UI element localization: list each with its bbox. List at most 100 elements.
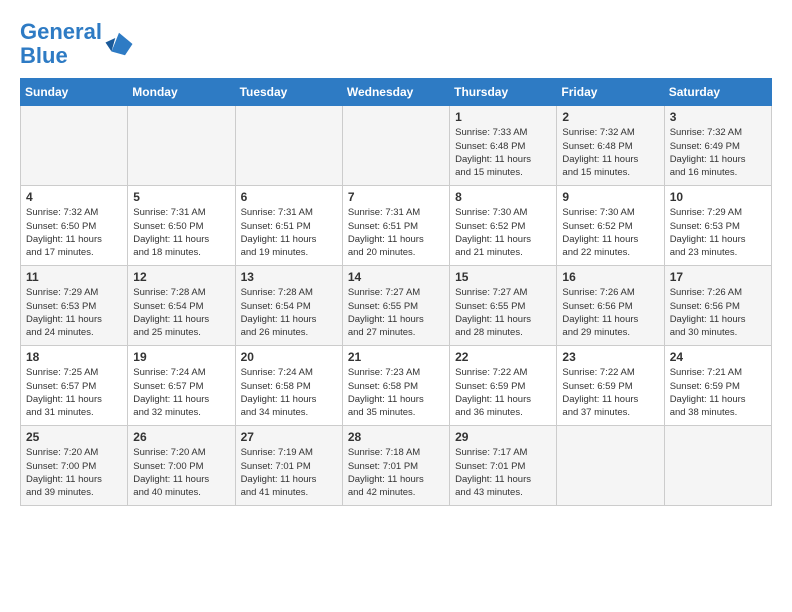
day-number: 11 <box>26 270 122 284</box>
calendar-cell <box>664 426 771 506</box>
day-number: 2 <box>562 110 658 124</box>
week-row-3: 11Sunrise: 7:29 AMSunset: 6:53 PMDayligh… <box>21 266 772 346</box>
day-number: 12 <box>133 270 229 284</box>
calendar-cell <box>21 106 128 186</box>
calendar-cell: 20 Sunrise: 7:24 AMSunset: 6:58 PMDayligh… <box>235 346 342 426</box>
logo-general: General <box>20 19 102 44</box>
calendar-cell: 17Sunrise: 7:26 AMSunset: 6:56 PMDayligh… <box>664 266 771 346</box>
weekday-header-saturday: Saturday <box>664 79 771 106</box>
day-info: Sunrise: 7:24 AMSunset: 6:58 PMDaylight:… <box>241 366 337 419</box>
calendar-cell: 12 Sunrise: 7:28 AMSunset: 6:54 PMDayligh… <box>128 266 235 346</box>
week-row-1: 1 Sunrise: 7:33 AMSunset: 6:48 PMDaylight… <box>21 106 772 186</box>
weekday-header-wednesday: Wednesday <box>342 79 449 106</box>
day-number: 19 <box>133 350 229 364</box>
day-number: 8 <box>455 190 551 204</box>
logo-text: General Blue <box>20 20 102 68</box>
day-info: Sunrise: 7:19 AMSunset: 7:01 PMDaylight:… <box>241 446 337 499</box>
calendar-cell: 24 Sunrise: 7:21 AMSunset: 6:59 PMDayligh… <box>664 346 771 426</box>
day-info: Sunrise: 7:32 AMSunset: 6:49 PMDaylight:… <box>670 126 766 179</box>
calendar-cell: 5 Sunrise: 7:31 AMSunset: 6:50 PMDaylight… <box>128 186 235 266</box>
weekday-header-sunday: Sunday <box>21 79 128 106</box>
day-info: Sunrise: 7:20 AMSunset: 7:00 PMDaylight:… <box>133 446 229 499</box>
day-number: 6 <box>241 190 337 204</box>
weekday-header-thursday: Thursday <box>450 79 557 106</box>
day-info: Sunrise: 7:22 AMSunset: 6:59 PMDaylight:… <box>455 366 551 419</box>
day-info: Sunrise: 7:32 AMSunset: 6:50 PMDaylight:… <box>26 206 122 259</box>
calendar-cell: 2Sunrise: 7:32 AMSunset: 6:48 PMDaylight… <box>557 106 664 186</box>
day-number: 13 <box>241 270 337 284</box>
calendar-cell: 14 Sunrise: 7:27 AMSunset: 6:55 PMDayligh… <box>342 266 449 346</box>
day-number: 23 <box>562 350 658 364</box>
calendar-cell: 1 Sunrise: 7:33 AMSunset: 6:48 PMDaylight… <box>450 106 557 186</box>
calendar-cell: 16 Sunrise: 7:26 AMSunset: 6:56 PMDayligh… <box>557 266 664 346</box>
day-number: 7 <box>348 190 444 204</box>
logo: General Blue <box>20 20 134 68</box>
day-info: Sunrise: 7:28 AMSunset: 6:54 PMDaylight:… <box>241 286 337 339</box>
day-number: 3 <box>670 110 766 124</box>
calendar-cell: 9 Sunrise: 7:30 AMSunset: 6:52 PMDaylight… <box>557 186 664 266</box>
day-info: Sunrise: 7:27 AMSunset: 6:55 PMDaylight:… <box>455 286 551 339</box>
calendar-cell: 27 Sunrise: 7:19 AMSunset: 7:01 PMDayligh… <box>235 426 342 506</box>
calendar-cell: 15 Sunrise: 7:27 AMSunset: 6:55 PMDayligh… <box>450 266 557 346</box>
weekday-header-row: SundayMondayTuesdayWednesdayThursdayFrid… <box>21 79 772 106</box>
day-info: Sunrise: 7:17 AMSunset: 7:01 PMDaylight:… <box>455 446 551 499</box>
day-info: Sunrise: 7:20 AMSunset: 7:00 PMDaylight:… <box>26 446 122 499</box>
day-info: Sunrise: 7:33 AMSunset: 6:48 PMDaylight:… <box>455 126 551 179</box>
day-number: 9 <box>562 190 658 204</box>
day-number: 18 <box>26 350 122 364</box>
logo-icon <box>104 29 134 59</box>
weekday-header-monday: Monday <box>128 79 235 106</box>
week-row-5: 25 Sunrise: 7:20 AMSunset: 7:00 PMDayligh… <box>21 426 772 506</box>
day-info: Sunrise: 7:28 AMSunset: 6:54 PMDaylight:… <box>133 286 229 339</box>
weekday-header-friday: Friday <box>557 79 664 106</box>
day-number: 16 <box>562 270 658 284</box>
calendar-cell: 28Sunrise: 7:18 AMSunset: 7:01 PMDayligh… <box>342 426 449 506</box>
day-number: 27 <box>241 430 337 444</box>
calendar-cell: 6 Sunrise: 7:31 AMSunset: 6:51 PMDaylight… <box>235 186 342 266</box>
day-info: Sunrise: 7:26 AMSunset: 6:56 PMDaylight:… <box>670 286 766 339</box>
calendar-cell: 26Sunrise: 7:20 AMSunset: 7:00 PMDayligh… <box>128 426 235 506</box>
day-info: Sunrise: 7:30 AMSunset: 6:52 PMDaylight:… <box>562 206 658 259</box>
calendar-cell: 22Sunrise: 7:22 AMSunset: 6:59 PMDayligh… <box>450 346 557 426</box>
day-info: Sunrise: 7:31 AMSunset: 6:50 PMDaylight:… <box>133 206 229 259</box>
day-number: 29 <box>455 430 551 444</box>
day-number: 25 <box>26 430 122 444</box>
day-info: Sunrise: 7:30 AMSunset: 6:52 PMDaylight:… <box>455 206 551 259</box>
week-row-4: 18 Sunrise: 7:25 AMSunset: 6:57 PMDayligh… <box>21 346 772 426</box>
day-info: Sunrise: 7:24 AMSunset: 6:57 PMDaylight:… <box>133 366 229 419</box>
day-number: 4 <box>26 190 122 204</box>
day-info: Sunrise: 7:21 AMSunset: 6:59 PMDaylight:… <box>670 366 766 419</box>
day-number: 10 <box>670 190 766 204</box>
day-info: Sunrise: 7:23 AMSunset: 6:58 PMDaylight:… <box>348 366 444 419</box>
day-info: Sunrise: 7:25 AMSunset: 6:57 PMDaylight:… <box>26 366 122 419</box>
day-number: 1 <box>455 110 551 124</box>
day-number: 20 <box>241 350 337 364</box>
day-info: Sunrise: 7:27 AMSunset: 6:55 PMDaylight:… <box>348 286 444 339</box>
calendar-cell: 23Sunrise: 7:22 AMSunset: 6:59 PMDayligh… <box>557 346 664 426</box>
day-number: 15 <box>455 270 551 284</box>
calendar-cell: 29 Sunrise: 7:17 AMSunset: 7:01 PMDayligh… <box>450 426 557 506</box>
day-info: Sunrise: 7:26 AMSunset: 6:56 PMDaylight:… <box>562 286 658 339</box>
weekday-header-tuesday: Tuesday <box>235 79 342 106</box>
calendar-cell <box>235 106 342 186</box>
calendar-cell <box>342 106 449 186</box>
day-number: 5 <box>133 190 229 204</box>
calendar-cell: 25 Sunrise: 7:20 AMSunset: 7:00 PMDayligh… <box>21 426 128 506</box>
calendar-cell: 3 Sunrise: 7:32 AMSunset: 6:49 PMDaylight… <box>664 106 771 186</box>
week-row-2: 4 Sunrise: 7:32 AMSunset: 6:50 PMDaylight… <box>21 186 772 266</box>
calendar-cell: 10 Sunrise: 7:29 AMSunset: 6:53 PMDayligh… <box>664 186 771 266</box>
day-info: Sunrise: 7:29 AMSunset: 6:53 PMDaylight:… <box>670 206 766 259</box>
day-number: 24 <box>670 350 766 364</box>
calendar-cell <box>128 106 235 186</box>
calendar-cell: 4 Sunrise: 7:32 AMSunset: 6:50 PMDaylight… <box>21 186 128 266</box>
calendar-cell: 19 Sunrise: 7:24 AMSunset: 6:57 PMDayligh… <box>128 346 235 426</box>
logo-blue: Blue <box>20 43 68 68</box>
calendar-cell <box>557 426 664 506</box>
day-number: 14 <box>348 270 444 284</box>
day-info: Sunrise: 7:31 AMSunset: 6:51 PMDaylight:… <box>241 206 337 259</box>
calendar-cell: 11Sunrise: 7:29 AMSunset: 6:53 PMDayligh… <box>21 266 128 346</box>
calendar-cell: 18 Sunrise: 7:25 AMSunset: 6:57 PMDayligh… <box>21 346 128 426</box>
header: General Blue <box>20 20 772 68</box>
day-number: 21 <box>348 350 444 364</box>
calendar-cell: 21 Sunrise: 7:23 AMSunset: 6:58 PMDayligh… <box>342 346 449 426</box>
